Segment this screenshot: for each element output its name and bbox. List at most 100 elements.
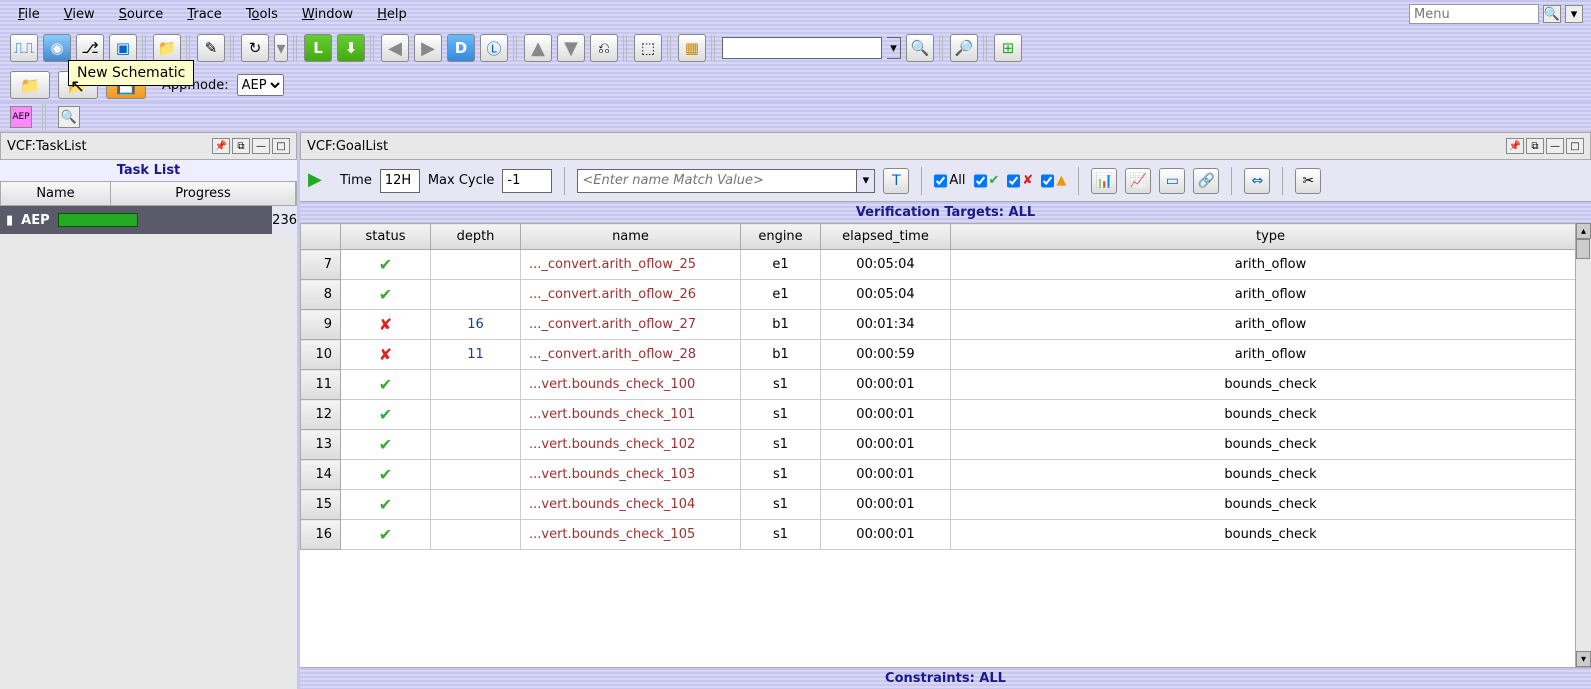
- task-row[interactable]: ▮ AEP: [0, 206, 272, 234]
- refresh-dropdown-icon[interactable]: ▾: [274, 34, 288, 62]
- table-row[interactable]: 15✔...vert.bounds_check_104s100:00:01bou…: [301, 490, 1591, 520]
- filter-all-checkbox[interactable]: All: [934, 169, 965, 193]
- menu-search-input[interactable]: [1409, 4, 1539, 24]
- edit-icon[interactable]: ✎: [197, 34, 225, 62]
- collapse-icon[interactable]: ⬚: [634, 34, 662, 62]
- col-name[interactable]: Name: [1, 182, 111, 205]
- constraints-title: Constraints: ALL: [300, 667, 1591, 689]
- menu-help[interactable]: Help: [367, 4, 417, 25]
- col-elapsed_time[interactable]: elapsed_time: [821, 224, 951, 250]
- table-row[interactable]: 16✔...vert.bounds_check_105s100:00:01bou…: [301, 520, 1591, 550]
- appmode-select[interactable]: AEP: [237, 74, 284, 96]
- folder-open-icon[interactable]: 📁: [153, 34, 181, 62]
- block-icon[interactable]: ▣: [109, 34, 137, 62]
- col-progress[interactable]: Progress: [111, 182, 296, 205]
- inspect-icon[interactable]: 🔍: [58, 106, 80, 128]
- search-dropdown-icon[interactable]: ▾: [887, 37, 901, 59]
- maximize-icon[interactable]: □: [1566, 138, 1584, 154]
- maxcycle-input[interactable]: [502, 169, 552, 193]
- filter-warn-checkbox[interactable]: ▲: [1041, 169, 1066, 193]
- cell-engine: b1: [741, 340, 821, 370]
- pin-icon[interactable]: 📌: [1506, 138, 1524, 154]
- zoom-icon[interactable]: 🔎: [950, 34, 978, 62]
- table-row[interactable]: 12✔...vert.bounds_check_101s100:00:01bou…: [301, 400, 1591, 430]
- table-row[interactable]: 9✘16..._convert.arith_oflow_27b100:01:34…: [301, 310, 1591, 340]
- stack-icon[interactable]: ▦: [678, 34, 706, 62]
- cell-type: bounds_check: [951, 370, 1591, 400]
- cell-engine: s1: [741, 460, 821, 490]
- table-row[interactable]: 13✔...vert.bounds_check_102s100:00:01bou…: [301, 430, 1591, 460]
- forward-icon[interactable]: ▶: [414, 34, 442, 62]
- wave-icon[interactable]: 📊: [1091, 168, 1117, 194]
- menubar: File View Source Trace Tools Window Help…: [0, 0, 1591, 28]
- col-status[interactable]: status: [341, 224, 431, 250]
- tools-icon[interactable]: ✂: [1295, 168, 1321, 194]
- aep-icon[interactable]: AEP: [10, 106, 32, 128]
- scroll-down-icon[interactable]: ▾: [1576, 651, 1591, 667]
- match-input[interactable]: [577, 169, 857, 193]
- minimize-icon[interactable]: —: [1546, 138, 1564, 154]
- d-button[interactable]: D: [447, 34, 475, 62]
- col-engine[interactable]: engine: [741, 224, 821, 250]
- cell-type: arith_oflow: [951, 340, 1591, 370]
- cell-rownum: 10: [301, 340, 341, 370]
- table-row[interactable]: 11✔...vert.bounds_check_100s100:00:01bou…: [301, 370, 1591, 400]
- maximize-icon[interactable]: □: [272, 138, 290, 154]
- pin-icon[interactable]: 📌: [212, 138, 230, 154]
- window-icon[interactable]: ▭: [1159, 168, 1185, 194]
- check-icon: ✔: [379, 285, 392, 304]
- minimize-icon[interactable]: —: [252, 138, 270, 154]
- l-button[interactable]: Ⓛ: [480, 34, 508, 62]
- col-name[interactable]: name: [521, 224, 741, 250]
- col-type[interactable]: type: [951, 224, 1591, 250]
- menu-file[interactable]: File: [8, 4, 50, 25]
- filter-toggle-button[interactable]: T: [883, 168, 909, 194]
- scroll-up-icon[interactable]: ▴: [1576, 223, 1591, 239]
- filter-fail-checkbox[interactable]: ✘: [1007, 169, 1033, 193]
- col-rownum[interactable]: [301, 224, 341, 250]
- table-row[interactable]: 10✘11..._convert.arith_oflow_28b100:00:5…: [301, 340, 1591, 370]
- menu-window[interactable]: Window: [292, 4, 363, 25]
- table-row[interactable]: 14✔...vert.bounds_check_103s100:00:01bou…: [301, 460, 1591, 490]
- menu-source[interactable]: Source: [109, 4, 174, 25]
- cell-status: ✔: [341, 370, 431, 400]
- scroll-thumb[interactable]: [1576, 239, 1590, 259]
- search-icon[interactable]: 🔍: [906, 34, 934, 62]
- load-button[interactable]: L: [304, 34, 332, 62]
- check-icon: ✔: [379, 375, 392, 394]
- add-panel-icon[interactable]: ⊞: [994, 34, 1022, 62]
- back-icon[interactable]: ◀: [381, 34, 409, 62]
- menu-tools[interactable]: Tools: [236, 4, 288, 25]
- folder-icon[interactable]: 📁: [10, 71, 50, 99]
- table-row[interactable]: 8✔..._convert.arith_oflow_26e100:05:04ar…: [301, 280, 1591, 310]
- waveform-icon[interactable]: ⎍⎍: [10, 34, 38, 62]
- col-depth[interactable]: depth: [431, 224, 521, 250]
- chart-icon[interactable]: 📈: [1125, 168, 1151, 194]
- detach-icon[interactable]: ⧉: [1526, 138, 1544, 154]
- down-icon[interactable]: ▼: [557, 34, 585, 62]
- vertical-scrollbar[interactable]: ▴ ▾: [1575, 223, 1591, 667]
- down-button[interactable]: ⬇: [337, 34, 365, 62]
- detach-icon[interactable]: ⧉: [232, 138, 250, 154]
- link-icon[interactable]: 🔗: [1193, 168, 1219, 194]
- refresh-icon[interactable]: ↻: [241, 34, 269, 62]
- menu-view[interactable]: View: [54, 4, 105, 25]
- cell-type: arith_oflow: [951, 310, 1591, 340]
- schematic-icon[interactable]: ◉: [43, 34, 71, 62]
- table-row[interactable]: 7✔..._convert.arith_oflow_25e100:05:04ar…: [301, 250, 1591, 280]
- menu-dropdown-icon[interactable]: ▾: [1565, 5, 1583, 23]
- tree-icon[interactable]: ⎌: [590, 34, 618, 62]
- time-input[interactable]: [380, 169, 420, 193]
- toolbar-search-input[interactable]: [722, 37, 882, 59]
- cell-type: bounds_check: [951, 520, 1591, 550]
- menu-trace[interactable]: Trace: [177, 4, 232, 25]
- cell-name: ..._convert.arith_oflow_26: [521, 280, 741, 310]
- play-icon[interactable]: ▶: [308, 169, 332, 193]
- hierarchy-icon[interactable]: ⎇: [76, 34, 104, 62]
- expand-icon[interactable]: ⇔: [1244, 168, 1270, 194]
- up-icon[interactable]: ▲: [524, 34, 552, 62]
- cell-name: ...vert.bounds_check_104: [521, 490, 741, 520]
- menu-search-icon[interactable]: 🔍: [1543, 5, 1561, 23]
- match-dropdown-icon[interactable]: ▾: [857, 169, 875, 193]
- filter-pass-checkbox[interactable]: ✔: [974, 169, 1000, 193]
